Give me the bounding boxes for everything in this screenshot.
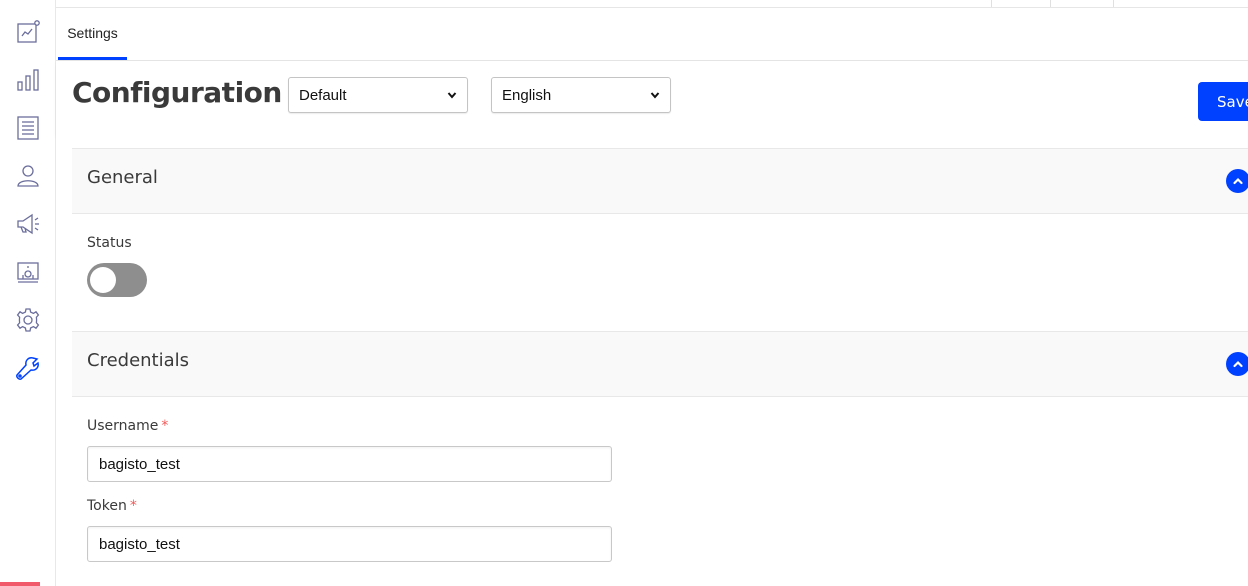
token-input[interactable]: bagisto_test xyxy=(87,526,612,562)
page-title: Configuration xyxy=(72,76,282,109)
sidebar-item-configuration[interactable] xyxy=(13,353,43,383)
sidebar-item-dashboard[interactable] xyxy=(13,17,43,47)
dashboard-chart-icon xyxy=(17,20,40,43)
required-marker: * xyxy=(129,498,137,514)
section-title: General xyxy=(87,167,158,188)
sidebar xyxy=(0,0,56,586)
save-button[interactable]: Save xyxy=(1198,82,1248,121)
status-label: Status xyxy=(87,235,132,251)
top-bar-divider xyxy=(1113,0,1114,7)
cms-display-icon xyxy=(17,262,39,283)
sidebar-bottom-indicator xyxy=(0,582,40,586)
chevron-down-icon xyxy=(447,92,457,99)
section-header-credentials[interactable]: Credentials xyxy=(72,331,1248,397)
username-label-text: Username xyxy=(87,418,159,434)
locale-select-value: English xyxy=(502,86,552,104)
sidebar-item-reports[interactable] xyxy=(13,65,43,95)
collapse-section-button[interactable] xyxy=(1226,352,1248,376)
bar-chart-icon xyxy=(17,69,39,91)
chevron-up-icon xyxy=(1233,360,1243,368)
sidebar-item-marketing[interactable] xyxy=(13,209,43,239)
section-header-general[interactable]: General xyxy=(72,148,1248,214)
token-input-value: bagisto_test xyxy=(99,535,180,553)
top-bar-divider xyxy=(991,0,992,7)
megaphone-icon xyxy=(17,213,39,235)
sidebar-item-customers[interactable] xyxy=(13,161,43,191)
wrench-icon xyxy=(16,357,39,380)
sidebar-item-cms[interactable] xyxy=(13,257,43,287)
username-label: Username * xyxy=(87,418,168,434)
user-icon xyxy=(17,165,39,187)
settings-gear-icon xyxy=(16,308,40,332)
top-bar xyxy=(56,0,1248,8)
locale-select[interactable]: English xyxy=(491,77,671,113)
chevron-down-icon xyxy=(650,92,660,99)
token-label: Token * xyxy=(87,498,137,514)
top-bar-divider xyxy=(1050,0,1051,7)
tab-bar: Settings xyxy=(56,8,1248,61)
toggle-knob xyxy=(90,267,116,293)
channel-select-value: Default xyxy=(299,86,347,104)
collapse-section-button[interactable] xyxy=(1226,169,1248,193)
username-input-value: bagisto_test xyxy=(99,455,180,473)
page-header: Configuration Default English Save xyxy=(56,61,1248,136)
required-marker: * xyxy=(161,418,169,434)
status-toggle[interactable] xyxy=(87,263,147,297)
tab-settings[interactable]: Settings xyxy=(58,8,127,60)
sidebar-item-catalog[interactable] xyxy=(13,113,43,143)
sidebar-item-settings[interactable] xyxy=(13,305,43,335)
document-list-icon xyxy=(17,116,39,140)
token-label-text: Token xyxy=(87,498,127,514)
username-input[interactable]: bagisto_test xyxy=(87,446,612,482)
channel-select[interactable]: Default xyxy=(288,77,468,113)
section-title: Credentials xyxy=(87,350,190,371)
chevron-up-icon xyxy=(1233,177,1243,185)
